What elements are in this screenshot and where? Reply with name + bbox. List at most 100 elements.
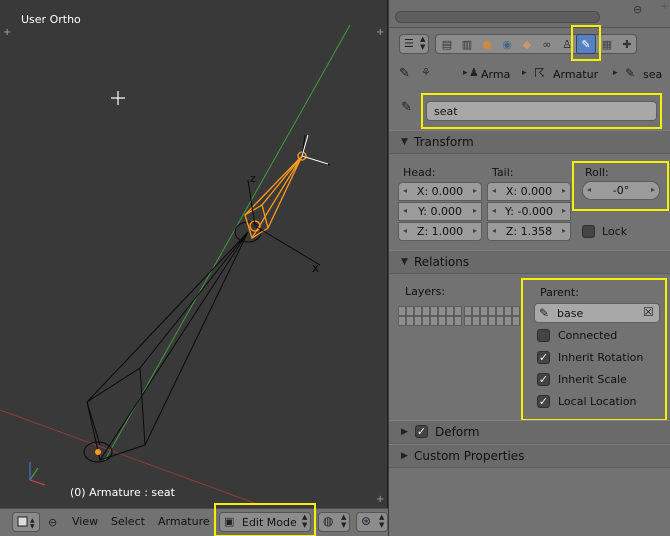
local-location-checkbox[interactable]: ✓	[537, 395, 550, 408]
layer-cell[interactable]	[472, 306, 480, 316]
head-z-field[interactable]: ◂ Z: 1.000 ▸	[398, 222, 482, 241]
layer-cell[interactable]	[398, 316, 406, 326]
tail-z-field[interactable]: ◂ Z: 1.358 ▸	[487, 222, 571, 241]
head-x-field[interactable]: ◂ X: 0.000 ▸	[398, 182, 482, 201]
pivot-point-button[interactable]: ⊛ ▲ ▼	[356, 512, 388, 532]
scrollbar[interactable]	[395, 11, 600, 23]
bone-name-field[interactable]: seat	[426, 101, 657, 121]
layer-cell[interactable]	[496, 306, 504, 316]
clear-parent-icon[interactable]: ☒	[643, 305, 654, 319]
panel-transform-header[interactable]: ▼ Transform	[389, 130, 670, 154]
layers-grid[interactable]	[398, 306, 522, 334]
panel-deform-header[interactable]: ▶ ✓ Deform	[389, 420, 670, 444]
tail-y-field[interactable]: ◂ Y: -0.000 ▸	[487, 202, 571, 221]
scene-icon: ●	[482, 37, 492, 51]
layer-cell[interactable]	[512, 316, 520, 326]
layer-cell[interactable]	[454, 316, 462, 326]
breadcrumb-arrow-2-icon: ▸	[522, 68, 527, 78]
base-bone	[83, 221, 262, 463]
tab-bone[interactable]: ✎	[576, 34, 596, 54]
head-y-field[interactable]: ◂ Y: 0.000 ▸	[398, 202, 482, 221]
lock-checkbox[interactable]	[582, 225, 595, 238]
layer-cell[interactable]	[488, 306, 496, 316]
region-toggle-right-icon[interactable]: +	[376, 27, 384, 38]
panel-custom-properties-header[interactable]: ▶ Custom Properties	[389, 444, 670, 468]
panel-relations-header[interactable]: ▼ Relations	[389, 250, 670, 274]
layer-cell[interactable]	[422, 316, 430, 326]
minimize-icon[interactable]: ⊖	[633, 3, 642, 16]
cube-icon: ▲ ▼	[17, 516, 35, 530]
inherit-rotation-checkbox[interactable]: ✓	[537, 351, 550, 364]
tab-constraints[interactable]: ∞	[537, 34, 557, 54]
viewport-canvas[interactable]: x z	[0, 0, 388, 508]
axis-x-letter: x	[312, 261, 319, 275]
breadcrumb-bone[interactable]: sea	[643, 68, 662, 81]
layer-cell[interactable]	[414, 306, 422, 316]
panel-transform-title: Transform	[414, 135, 474, 149]
editor-type-button[interactable]: ▲ ▼	[12, 512, 40, 532]
tab-world[interactable]: ◉	[497, 34, 517, 54]
layer-cell[interactable]	[464, 306, 472, 316]
pin-icon[interactable]: ✎	[399, 66, 410, 81]
link-icon: ∞	[542, 37, 552, 51]
tab-bone-constraints[interactable]: ✚	[617, 34, 637, 54]
layer-cell[interactable]	[414, 316, 422, 326]
lock-label: Lock	[602, 225, 628, 238]
inherit-scale-checkbox[interactable]: ✓	[537, 373, 550, 386]
menu-select[interactable]: Select	[111, 515, 145, 528]
layer-cell[interactable]	[480, 306, 488, 316]
tab-object[interactable]: ◆	[517, 34, 537, 54]
roll-field[interactable]: ◂ -0° ▸	[582, 181, 660, 200]
layer-cell[interactable]	[446, 306, 454, 316]
layer-cell[interactable]	[496, 316, 504, 326]
increment-icon: ▸	[472, 206, 477, 215]
pivot-arrows-icon: ▲ ▼	[379, 513, 385, 529]
breadcrumb-armature[interactable]: Armatur	[553, 68, 598, 81]
layer-cell[interactable]	[504, 306, 512, 316]
layer-cell[interactable]	[430, 306, 438, 316]
layer-cell[interactable]	[464, 316, 472, 326]
layer-cell[interactable]	[446, 316, 454, 326]
parent-label: Parent:	[540, 286, 579, 299]
object-icon: ◆	[522, 37, 532, 51]
tail-x-field[interactable]: ◂ X: 0.000 ▸	[487, 182, 571, 201]
layer-cell[interactable]	[398, 306, 406, 316]
menu-view[interactable]: View	[72, 515, 98, 528]
tab-texture[interactable]: ▦	[597, 34, 617, 54]
region-plus-icon[interactable]: +	[661, 2, 669, 12]
layer-cell[interactable]	[488, 316, 496, 326]
checkmark-icon: ✓	[538, 373, 549, 386]
layer-cell[interactable]	[430, 316, 438, 326]
editor-type-properties-button[interactable]: ☰ ▲ ▼	[399, 34, 429, 54]
breadcrumb-object[interactable]: Arma	[481, 68, 510, 81]
menu-armature[interactable]: Armature	[158, 515, 210, 528]
region-toggle-bottom-icon[interactable]: +	[376, 494, 384, 505]
parent-field[interactable]: ✎ base ☒	[534, 303, 660, 323]
collapse-menu-icon[interactable]: ⊖	[48, 516, 57, 529]
layer-cell[interactable]	[472, 316, 480, 326]
edit-mode-icon: ▣	[224, 515, 235, 528]
region-toggle-left-icon[interactable]: +	[3, 27, 11, 38]
layer-cell[interactable]	[512, 306, 520, 316]
connected-checkbox[interactable]	[537, 329, 550, 342]
deform-checkbox[interactable]: ✓	[415, 425, 428, 438]
axis-gizmo-icon	[29, 462, 46, 486]
tab-render[interactable]: ▤	[437, 34, 457, 54]
layer-cell[interactable]	[438, 316, 446, 326]
layers-icon: ▥	[461, 37, 473, 51]
layers-label: Layers:	[405, 285, 446, 298]
layer-cell[interactable]	[406, 316, 414, 326]
tab-render-layers[interactable]: ▥	[457, 34, 477, 54]
mode-selector[interactable]: ▣ Edit Mode ▲ ▼	[219, 512, 311, 532]
properties-top-strip: ⊖ +	[389, 0, 670, 28]
layer-cell[interactable]	[504, 316, 512, 326]
tab-scene[interactable]: ●	[477, 34, 497, 54]
layer-cell[interactable]	[406, 306, 414, 316]
layer-cell[interactable]	[422, 306, 430, 316]
viewport-shading-button[interactable]: ◍ ▲ ▼	[318, 512, 350, 532]
3d-viewport[interactable]: x z + + + User Ortho (0) Armature : seat	[0, 0, 388, 508]
layer-cell[interactable]	[480, 316, 488, 326]
layer-cell[interactable]	[454, 306, 462, 316]
layer-cell[interactable]	[438, 306, 446, 316]
roll-value: -0°	[612, 184, 630, 197]
